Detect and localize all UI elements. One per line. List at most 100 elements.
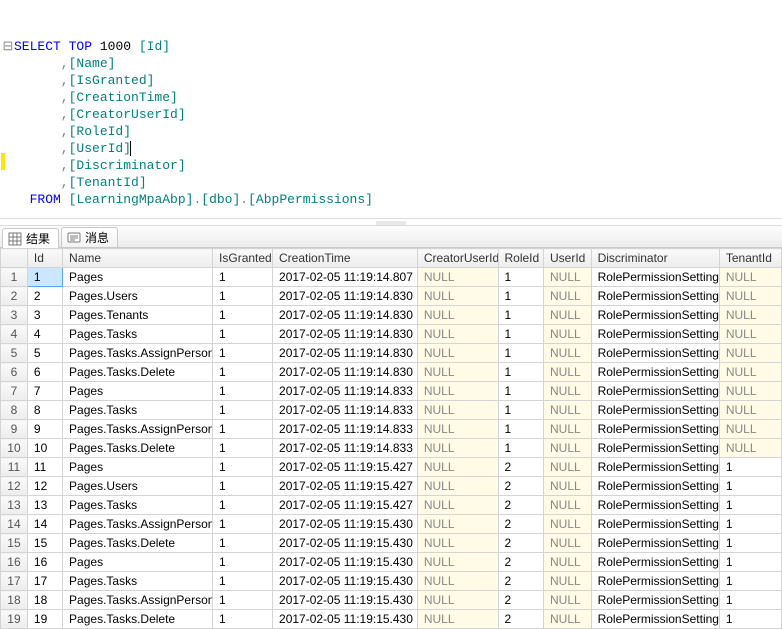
cell[interactable]: NULL — [544, 477, 592, 496]
cell[interactable]: 2017-02-05 11:19:14.830 — [273, 287, 418, 306]
row-header[interactable]: 7 — [1, 382, 28, 401]
table-row[interactable]: 1616Pages12017-02-05 11:19:15.430NULL2NU… — [1, 553, 782, 572]
table-row[interactable]: 1010Pages.Tasks.Delete12017-02-05 11:19:… — [1, 439, 782, 458]
cell[interactable]: 2 — [498, 534, 544, 553]
cell[interactable]: NULL — [544, 306, 592, 325]
table-row[interactable]: 1111Pages12017-02-05 11:19:15.427NULL2NU… — [1, 458, 782, 477]
cell[interactable]: NULL — [544, 610, 592, 629]
cell[interactable]: 2 — [27, 287, 62, 306]
cell[interactable]: NULL — [719, 268, 781, 287]
row-header[interactable]: 8 — [1, 401, 28, 420]
row-header[interactable]: 6 — [1, 363, 28, 382]
cell[interactable]: NULL — [719, 420, 781, 439]
cell[interactable]: 1 — [213, 306, 273, 325]
cell[interactable]: NULL — [719, 287, 781, 306]
cell[interactable]: 1 — [498, 306, 544, 325]
results-grid-wrap[interactable]: IdNameIsGrantedCreationTimeCreatorUserId… — [0, 248, 782, 629]
cell[interactable]: NULL — [417, 458, 498, 477]
cell[interactable]: 2017-02-05 11:19:15.427 — [273, 458, 418, 477]
cell[interactable]: 12 — [27, 477, 62, 496]
cell[interactable]: 1 — [719, 458, 781, 477]
cell[interactable]: Pages.Tasks.Delete — [63, 363, 213, 382]
cell[interactable]: 2 — [498, 496, 544, 515]
cell[interactable]: 1 — [213, 534, 273, 553]
cell[interactable]: NULL — [544, 553, 592, 572]
cell[interactable]: 1 — [213, 458, 273, 477]
row-header[interactable]: 11 — [1, 458, 28, 477]
column-header[interactable]: CreatorUserId — [417, 249, 498, 268]
cell[interactable]: 3 — [27, 306, 62, 325]
cell[interactable]: RolePermissionSetting — [591, 325, 719, 344]
cell[interactable]: NULL — [544, 496, 592, 515]
table-row[interactable]: 1919Pages.Tasks.Delete12017-02-05 11:19:… — [1, 610, 782, 629]
cell[interactable]: Pages.Tasks.AssignPerson — [63, 344, 213, 363]
cell[interactable]: 1 — [213, 287, 273, 306]
row-header[interactable]: 15 — [1, 534, 28, 553]
cell[interactable]: RolePermissionSetting — [591, 458, 719, 477]
cell[interactable]: NULL — [719, 325, 781, 344]
cell[interactable]: 11 — [27, 458, 62, 477]
table-row[interactable]: 44Pages.Tasks12017-02-05 11:19:14.830NUL… — [1, 325, 782, 344]
cell[interactable]: 2 — [498, 458, 544, 477]
cell[interactable]: Pages — [63, 553, 213, 572]
cell[interactable]: 2017-02-05 11:19:14.830 — [273, 325, 418, 344]
cell[interactable]: NULL — [544, 515, 592, 534]
cell[interactable]: RolePermissionSetting — [591, 610, 719, 629]
cell[interactable]: 2017-02-05 11:19:15.430 — [273, 534, 418, 553]
column-header[interactable]: CreationTime — [273, 249, 418, 268]
column-header[interactable]: Id — [27, 249, 62, 268]
code-line[interactable]: ,[RoleId] — [2, 123, 780, 140]
cell[interactable]: NULL — [417, 572, 498, 591]
table-row[interactable]: 1717Pages.Tasks12017-02-05 11:19:15.430N… — [1, 572, 782, 591]
cell[interactable]: 1 — [498, 382, 544, 401]
cell[interactable]: 1 — [213, 363, 273, 382]
row-header[interactable]: 16 — [1, 553, 28, 572]
cell[interactable]: 1 — [213, 268, 273, 287]
cell[interactable]: Pages — [63, 458, 213, 477]
cell[interactable]: NULL — [417, 363, 498, 382]
cell[interactable]: 7 — [27, 382, 62, 401]
code-line[interactable]: ,[IsGranted] — [2, 72, 780, 89]
cell[interactable]: Pages.Tenants — [63, 306, 213, 325]
cell[interactable]: NULL — [719, 401, 781, 420]
cell[interactable]: NULL — [417, 401, 498, 420]
row-header[interactable]: 19 — [1, 610, 28, 629]
cell[interactable]: 2017-02-05 11:19:15.430 — [273, 610, 418, 629]
cell[interactable]: 1 — [498, 401, 544, 420]
cell[interactable]: 1 — [719, 610, 781, 629]
cell[interactable]: 19 — [27, 610, 62, 629]
cell[interactable]: NULL — [417, 420, 498, 439]
row-header[interactable]: 12 — [1, 477, 28, 496]
cell[interactable]: NULL — [544, 363, 592, 382]
cell[interactable]: Pages — [63, 382, 213, 401]
cell[interactable]: 1 — [719, 534, 781, 553]
cell[interactable]: NULL — [417, 306, 498, 325]
row-header[interactable]: 1 — [1, 268, 28, 287]
cell[interactable]: 1 — [213, 496, 273, 515]
table-row[interactable]: 11Pages12017-02-05 11:19:14.807NULL1NULL… — [1, 268, 782, 287]
cell[interactable]: NULL — [719, 306, 781, 325]
table-row[interactable]: 1414Pages.Tasks.AssignPerson12017-02-05 … — [1, 515, 782, 534]
cell[interactable]: Pages.Tasks — [63, 496, 213, 515]
cell[interactable]: 2 — [498, 610, 544, 629]
cell[interactable]: 2 — [498, 515, 544, 534]
table-row[interactable]: 1212Pages.Users12017-02-05 11:19:15.427N… — [1, 477, 782, 496]
code-line[interactable]: ,[CreatorUserId] — [2, 106, 780, 123]
cell[interactable]: RolePermissionSetting — [591, 287, 719, 306]
cell[interactable]: NULL — [544, 534, 592, 553]
cell[interactable]: 2017-02-05 11:19:15.427 — [273, 496, 418, 515]
cell[interactable]: Pages.Tasks.AssignPerson — [63, 591, 213, 610]
cell[interactable]: 1 — [719, 515, 781, 534]
cell[interactable]: 2017-02-05 11:19:14.830 — [273, 363, 418, 382]
table-row[interactable]: 77Pages12017-02-05 11:19:14.833NULL1NULL… — [1, 382, 782, 401]
code-line[interactable]: ⊟SELECT TOP 1000 [Id] — [2, 38, 780, 55]
row-header[interactable]: 14 — [1, 515, 28, 534]
row-header[interactable]: 17 — [1, 572, 28, 591]
cell[interactable]: 18 — [27, 591, 62, 610]
cell[interactable]: Pages — [63, 268, 213, 287]
column-header[interactable]: RoleId — [498, 249, 544, 268]
cell[interactable]: NULL — [417, 382, 498, 401]
cell[interactable]: 2017-02-05 11:19:15.430 — [273, 553, 418, 572]
cell[interactable]: NULL — [719, 382, 781, 401]
cell[interactable]: 2017-02-05 11:19:15.430 — [273, 591, 418, 610]
